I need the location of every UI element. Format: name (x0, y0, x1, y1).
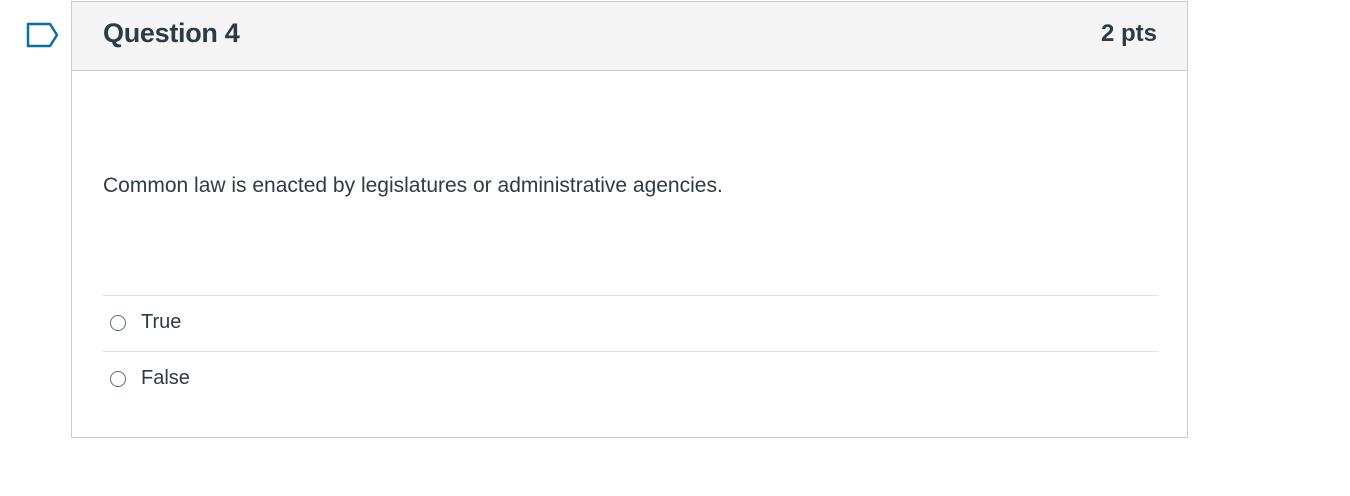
question-title: Question 4 (103, 18, 240, 48)
question-points: 2 pts (1100, 20, 1157, 47)
flag-question-icon[interactable] (26, 22, 60, 48)
radio-true[interactable] (110, 315, 126, 331)
answer-label: True (141, 311, 182, 333)
answer-list: True False (103, 295, 1159, 407)
question-text: Common law is enacted by legislatures or… (103, 174, 723, 197)
question-header: Question 4 2 pts (72, 2, 1187, 71)
answer-option-false[interactable]: False (103, 351, 1159, 407)
answer-label: False (141, 367, 190, 389)
answer-option-true[interactable]: True (103, 295, 1159, 351)
question-card: Question 4 2 pts Common law is enacted b… (71, 1, 1188, 438)
radio-false[interactable] (110, 371, 126, 387)
